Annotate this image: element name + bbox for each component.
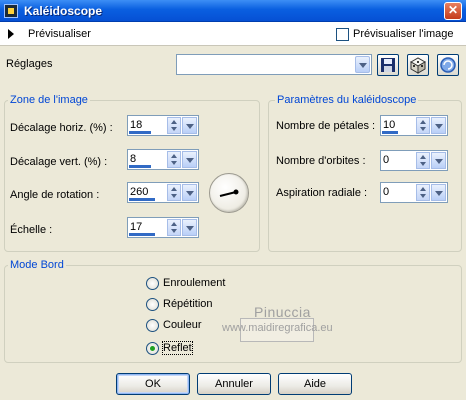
save-preset-button[interactable]: [377, 54, 399, 76]
petals-count-spinner[interactable]: 10: [380, 115, 448, 136]
radio-wrap-label[interactable]: Enroulement: [163, 277, 225, 289]
petals-count-label: Nombre de pétales :: [276, 120, 376, 132]
preset-combo[interactable]: [176, 54, 372, 75]
rotation-angle-bar: [129, 198, 155, 201]
scale-bar: [129, 233, 155, 236]
radio-color[interactable]: [146, 319, 159, 332]
expand-arrow-icon[interactable]: [6, 28, 16, 40]
rotation-dial[interactable]: [209, 173, 249, 213]
orbits-count-updown-icon[interactable]: [416, 152, 430, 169]
scale-label: Échelle :: [10, 224, 53, 236]
horizontal-offset-label: Décalage horiz. (%) :: [10, 122, 113, 134]
radio-reflect-label[interactable]: Reflet: [162, 341, 193, 355]
vertical-offset-value[interactable]: 8: [130, 153, 136, 165]
reset-icon: [440, 57, 456, 73]
vertical-offset-spinner[interactable]: 8: [127, 149, 199, 170]
vertical-offset-updown-icon[interactable]: [167, 151, 181, 168]
ok-button[interactable]: OK: [116, 373, 190, 395]
scale-dropdown-icon[interactable]: [182, 219, 197, 236]
petals-count-updown-icon[interactable]: [416, 117, 430, 134]
rotation-angle-spinner[interactable]: 260: [127, 182, 199, 203]
help-button[interactable]: Aide: [278, 373, 352, 395]
radial-suction-dropdown-icon[interactable]: [431, 184, 446, 201]
watermark-name: Pinuccia: [254, 304, 311, 320]
radio-reflect[interactable]: [146, 342, 159, 355]
radial-suction-updown-icon[interactable]: [416, 184, 430, 201]
vertical-offset-dropdown-icon[interactable]: [182, 151, 197, 168]
preview-bar: Prévisualiser Prévisualiser l'image: [0, 22, 466, 46]
radio-repeat-label[interactable]: Répétition: [163, 298, 213, 310]
radial-suction-value[interactable]: 0: [383, 186, 389, 198]
preset-dropdown-arrow-icon[interactable]: [355, 56, 370, 73]
edge-mode-title: Mode Bord: [8, 259, 66, 271]
scale-value[interactable]: 17: [130, 221, 142, 233]
rotation-angle-updown-icon[interactable]: [167, 184, 181, 201]
kaleidoscope-app-icon: [4, 4, 18, 18]
horizontal-offset-bar: [129, 131, 151, 134]
rotation-angle-label: Angle de rotation :: [10, 189, 100, 201]
radial-suction-spinner[interactable]: 0: [380, 182, 448, 203]
radio-color-label[interactable]: Couleur: [163, 319, 202, 331]
cancel-button[interactable]: Annuler: [197, 373, 271, 395]
horizontal-offset-updown-icon[interactable]: [167, 117, 181, 134]
edge-mode-group: [4, 265, 462, 363]
rotation-angle-dropdown-icon[interactable]: [182, 184, 197, 201]
orbits-count-dropdown-icon[interactable]: [431, 152, 446, 169]
preview-image-label[interactable]: Prévisualiser l'image: [353, 28, 454, 40]
preview-image-checkbox[interactable]: [336, 28, 349, 41]
rotation-dial-needle-icon: [219, 189, 239, 197]
horizontal-offset-value[interactable]: 18: [130, 119, 142, 131]
randomize-icon: [409, 57, 427, 74]
window-title: Kaléidoscope: [24, 4, 103, 18]
radio-wrap[interactable]: [146, 277, 159, 290]
vertical-offset-label: Décalage vert. (%) :: [10, 156, 108, 168]
petals-count-bar: [382, 131, 398, 134]
radio-repeat[interactable]: [146, 298, 159, 311]
preview-toggle-label[interactable]: Prévisualiser: [28, 28, 91, 40]
image-zone-title: Zone de l'image: [8, 94, 90, 106]
petals-count-value[interactable]: 10: [383, 119, 395, 131]
title-bar: Kaléidoscope ✕: [0, 0, 466, 22]
petals-count-dropdown-icon[interactable]: [431, 117, 446, 134]
radial-suction-label: Aspiration radiale :: [276, 187, 368, 199]
scale-updown-icon[interactable]: [167, 219, 181, 236]
save-preset-icon: [381, 58, 395, 72]
orbits-count-value[interactable]: 0: [383, 154, 389, 166]
horizontal-offset-spinner[interactable]: 18: [127, 115, 199, 136]
orbits-count-spinner[interactable]: 0: [380, 150, 448, 171]
reset-button[interactable]: [437, 54, 459, 76]
rotation-angle-value[interactable]: 260: [130, 186, 148, 198]
horizontal-offset-dropdown-icon[interactable]: [182, 117, 197, 134]
kaleidoscope-params-title: Paramètres du kaléidoscope: [275, 94, 419, 106]
randomize-button[interactable]: [407, 54, 429, 76]
settings-label: Réglages: [6, 58, 53, 70]
vertical-offset-bar: [129, 165, 151, 168]
scale-spinner[interactable]: 17: [127, 217, 199, 238]
orbits-count-label: Nombre d'orbites :: [276, 155, 366, 167]
watermark-url: www.maidiregrafica.eu: [222, 322, 333, 334]
close-button[interactable]: ✕: [444, 2, 462, 20]
